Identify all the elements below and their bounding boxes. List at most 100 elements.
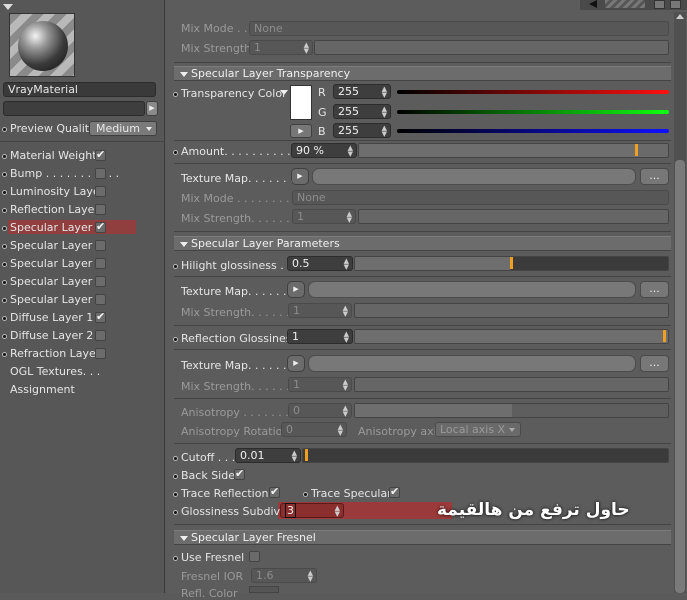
material-tag-arrow-button[interactable]: ▶	[146, 101, 158, 116]
channel-item-label: Specular Layer 1	[10, 221, 103, 234]
param-texture2-field[interactable]	[308, 355, 636, 372]
param-mix-strength2-field[interactable]: 1 ▲ ▼	[288, 377, 352, 392]
transparency-mix-strength-slider[interactable]	[358, 209, 669, 224]
channel-checkbox[interactable]	[95, 168, 106, 179]
scrollbar-thumb[interactable]	[675, 160, 685, 593]
channel-item-label: Diffuse Layer 1	[10, 311, 94, 324]
transparency-mix-mode-select[interactable]: None	[292, 190, 669, 205]
b-slider[interactable]	[397, 129, 669, 133]
hilight-glossiness-field[interactable]: 0.5 ▲ ▼	[287, 256, 353, 271]
transparency-texture-field[interactable]	[312, 168, 636, 185]
r-field[interactable]: 255 ▲ ▼	[333, 84, 391, 99]
channel-item[interactable]: Reflection Layer	[2, 203, 99, 216]
transparency-mix-mode-label: Mix Mode . . . . . . . . . .	[181, 192, 304, 205]
channel-checkbox[interactable]	[95, 186, 106, 197]
scroll-up-icon[interactable]	[676, 14, 684, 19]
hilight-slider-handle[interactable]	[510, 257, 513, 269]
param-mix-strength-field[interactable]: 1 ▲ ▼	[288, 303, 352, 318]
param-texture-arrow-button[interactable]: ▶	[287, 281, 305, 298]
lock-icon[interactable]	[654, 0, 665, 9]
param-texture-field[interactable]	[308, 281, 636, 298]
fresnel-ior-field[interactable]: 1.6 ▲ ▼	[251, 568, 317, 583]
channel-checkbox[interactable]	[95, 258, 106, 269]
channel-item[interactable]: Diffuse Layer 1	[2, 311, 93, 324]
transparency-section-header[interactable]: Specular Layer Transparency	[174, 66, 671, 81]
reflection-glossiness-label: Reflection Glossiness	[173, 332, 297, 345]
channel-checkbox[interactable]	[95, 276, 106, 287]
channel-checkbox[interactable]	[95, 330, 106, 341]
param-texture2-arrow-button[interactable]: ▶	[287, 355, 305, 372]
param-texture2-label: Texture Map. . . . . . .	[181, 359, 294, 372]
glossiness-subdivs-label: Glossiness Subdivs	[173, 505, 286, 518]
channel-item[interactable]: Specular Layer 2	[2, 239, 103, 252]
material-preview[interactable]	[9, 13, 75, 77]
channel-checkbox[interactable]	[95, 240, 106, 251]
transparency-texture-browse-button[interactable]: ...	[640, 168, 669, 185]
channel-checkbox[interactable]	[95, 220, 106, 233]
transparency-texture-arrow-button[interactable]: ▶	[291, 168, 309, 185]
channel-item[interactable]: Diffuse Layer 2	[2, 329, 93, 342]
anisotropy-rotation-field[interactable]: 0 ▲ ▼	[281, 422, 347, 437]
fresnel-section-header[interactable]: Specular Layer Fresnel	[174, 530, 671, 545]
material-name-field[interactable]: VrayMaterial	[3, 82, 156, 97]
channel-item[interactable]: Refraction Layer	[2, 347, 100, 360]
channel-item-label: Reflection Layer	[10, 203, 99, 216]
parameters-section-header[interactable]: Specular Layer Parameters	[174, 236, 671, 251]
transparency-color-swatch[interactable]	[290, 85, 312, 120]
channel-item[interactable]: Specular Layer 3	[2, 257, 103, 270]
amount-slider[interactable]	[358, 143, 669, 158]
trace-reflections-checkbox[interactable]	[269, 485, 280, 498]
anisotropy-axis-select[interactable]: Local axis X	[435, 422, 521, 437]
param-texture-browse-button[interactable]: ...	[640, 281, 669, 298]
channel-checkbox[interactable]	[95, 348, 106, 359]
anisotropy-field[interactable]: 0 ▲ ▼	[288, 403, 352, 418]
anisotropy-slider[interactable]	[354, 403, 669, 418]
panel-menu-arrow[interactable]	[3, 4, 13, 10]
ogl-textures-item[interactable]: OGL Textures. . .	[10, 365, 100, 378]
cutoff-slider[interactable]	[302, 448, 669, 463]
trace-specular-checkbox[interactable]	[389, 485, 400, 498]
channel-checkbox[interactable]	[95, 294, 106, 305]
back-arrow-icon[interactable]	[589, 0, 597, 8]
glossiness-subdivs-field[interactable]: 3 ▲ ▼	[280, 503, 344, 518]
transparency-color-menu-arrow[interactable]	[280, 90, 288, 95]
g-field[interactable]: 255 ▲ ▼	[333, 104, 391, 119]
channel-checkbox[interactable]	[95, 204, 106, 215]
r-slider[interactable]	[397, 90, 669, 94]
channel-item[interactable]: Specular Layer 4	[2, 275, 103, 288]
cutoff-field[interactable]: 0.01 ▲ ▼	[235, 448, 301, 463]
hilight-glossiness-slider[interactable]	[354, 256, 669, 271]
reflection-glossiness-field[interactable]: 1 ▲ ▼	[287, 329, 353, 344]
back-side-checkbox[interactable]	[234, 467, 245, 480]
material-tag-field[interactable]	[3, 101, 145, 116]
b-field[interactable]: 255 ▲ ▼	[333, 123, 391, 138]
param-mix-strength-slider[interactable]	[354, 303, 669, 318]
amount-field[interactable]: 90 % ▲ ▼	[291, 143, 357, 158]
reflection-glossiness-slider[interactable]	[354, 329, 669, 344]
new-window-icon[interactable]	[670, 0, 681, 9]
channel-item[interactable]: Material Weight	[2, 149, 97, 162]
forward-arrow-icon[interactable]	[605, 0, 645, 8]
bullet-icon	[2, 243, 7, 249]
preview-quality-select[interactable]: Medium	[89, 121, 157, 136]
g-slider[interactable]	[397, 110, 669, 114]
channel-checkbox[interactable]	[95, 310, 106, 323]
cutoff-slider-handle[interactable]	[305, 449, 308, 461]
channel-item[interactable]: Luminosity Layer	[2, 185, 104, 198]
param-texture2-browse-button[interactable]: ...	[640, 355, 669, 372]
refl-color-swatch[interactable]	[249, 586, 279, 593]
use-fresnel-checkbox[interactable]	[249, 551, 260, 562]
top-mix-strength-field[interactable]: 1 ▲ ▼	[249, 40, 313, 55]
transparency-mix-strength-field[interactable]: 1 ▲ ▼	[292, 209, 356, 224]
param-mix-strength2-slider[interactable]	[354, 377, 669, 392]
channel-checkbox[interactable]	[95, 148, 106, 161]
color-picker-button[interactable]: ▶	[290, 124, 312, 138]
assignment-item[interactable]: Assignment	[10, 383, 75, 396]
channel-item[interactable]: Specular Layer 5	[2, 293, 103, 306]
top-mix-mode-select[interactable]: None	[249, 21, 669, 36]
channel-item[interactable]: Specular Layer 1	[2, 221, 103, 234]
reflection-slider-handle[interactable]	[663, 330, 666, 342]
bullet-icon	[173, 455, 178, 461]
top-mix-strength-slider[interactable]	[314, 40, 669, 55]
amount-slider-handle[interactable]	[635, 144, 638, 156]
